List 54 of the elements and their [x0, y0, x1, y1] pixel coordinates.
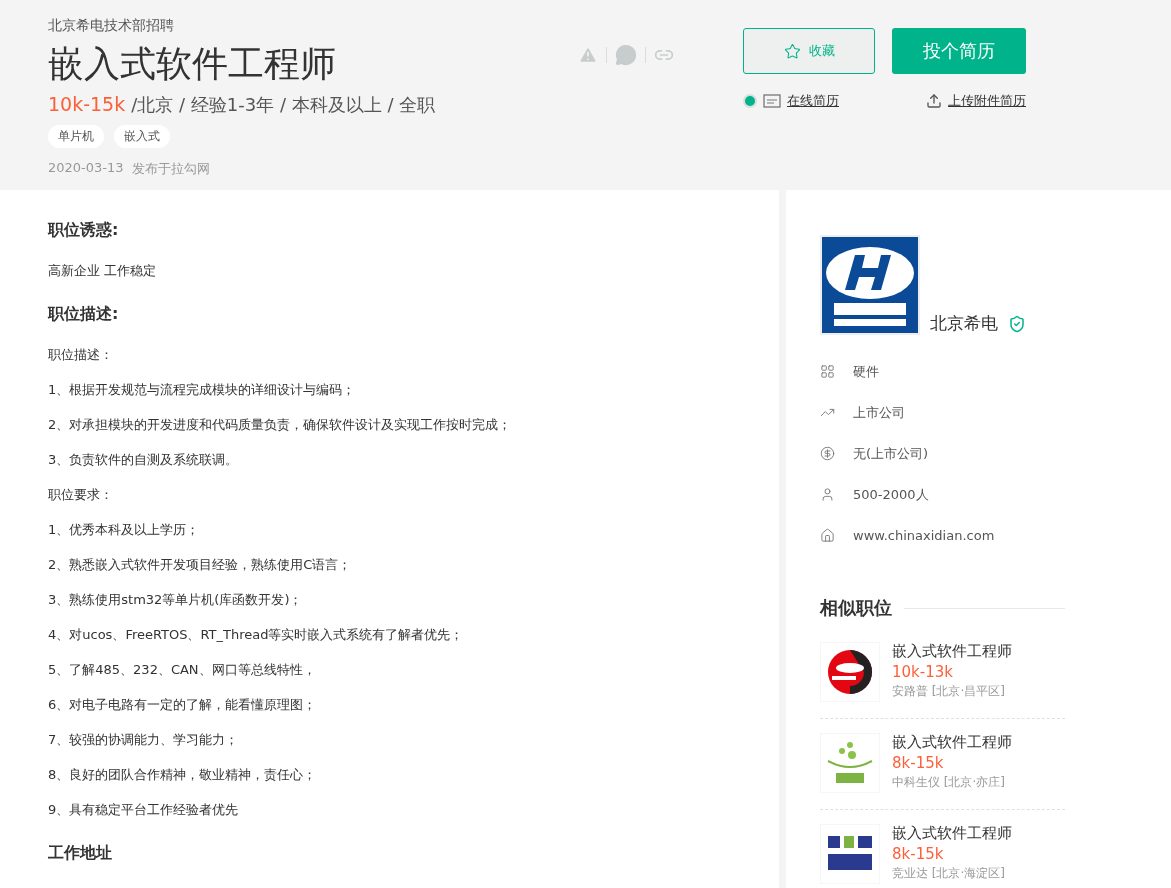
- resume-icon: [763, 94, 781, 108]
- description-line: 3、熟练使用stm32等单片机(库函数开发)；: [48, 591, 304, 609]
- similar-job-title[interactable]: 嵌入式软件工程师: [892, 824, 1012, 843]
- skill-tag: 单片机: [48, 125, 104, 148]
- description-line: 1、优秀本科及以上学历；: [48, 521, 201, 539]
- chat-bubble-icon[interactable]: [615, 44, 637, 66]
- description-line: 6、对电子电路有一定的了解，能看懂原理图；: [48, 696, 318, 714]
- company-fact: 500-2000人: [853, 485, 929, 504]
- description-line: 5、了解485、232、CAN、网口等总线特性，: [48, 661, 317, 679]
- similar-job-company: 竞业达 [北京·海淀区]: [892, 865, 1006, 882]
- dollar-icon: [820, 446, 835, 461]
- publish-source: 发布于拉勾网: [131, 160, 210, 178]
- job-requirements: /北京 / 经验1-3年 / 本科及以上 / 全职: [131, 93, 436, 117]
- home-icon: [820, 528, 835, 543]
- similar-job-company: 安路普 [北京·昌平区]: [892, 683, 1006, 700]
- description-line: 3、负责软件的自测及系统联调。: [48, 451, 240, 469]
- similar-job-company: 中科生仪 [北京·亦庄]: [892, 774, 1006, 791]
- section-heading: 职位诱惑:: [48, 220, 120, 241]
- description-line: 4、对ucos、FreeRTOS、RT_Thread等实时嵌入式系统有了解者优先；: [48, 626, 465, 644]
- description-line: 9、具有稳定平台工作经验者优先: [48, 801, 240, 819]
- online-resume-link[interactable]: 在线简历: [787, 92, 839, 110]
- similar-job-salary: 8k-15k: [892, 754, 945, 772]
- star-icon: [783, 42, 801, 60]
- section-heading: 职位描述:: [48, 304, 120, 325]
- skill-tag: 嵌入式: [114, 125, 170, 148]
- salary: 10k-15k: [48, 93, 126, 115]
- section-heading: 工作地址: [48, 843, 113, 864]
- similar-job-salary: 10k-13k: [892, 663, 954, 681]
- company-fact: 上市公司: [853, 403, 905, 422]
- upload-icon: [926, 93, 942, 109]
- warning-icon[interactable]: [578, 45, 598, 65]
- description-line: 2、对承担模块的开发进度和代码质量负责，确保软件设计及实现工作按时完成；: [48, 416, 513, 434]
- similar-job-title[interactable]: 嵌入式软件工程师: [892, 733, 1012, 752]
- description-line: 7、较强的协调能力、学习能力；: [48, 731, 240, 749]
- grid-icon: [820, 364, 835, 379]
- publish-date: 2020-03-13: [48, 160, 124, 177]
- similar-job-title[interactable]: 嵌入式软件工程师: [892, 642, 1012, 661]
- similar-jobs-heading: 相似职位: [820, 596, 892, 620]
- upload-resume-link[interactable]: 上传附件简历: [948, 92, 1026, 110]
- description-line: 高新企业 工作稳定: [48, 262, 158, 280]
- person-icon: [820, 487, 835, 502]
- description-line: 职位要求：: [48, 486, 114, 504]
- radio-button[interactable]: [743, 94, 757, 108]
- description-line: 1、根据开发规范与流程完成模块的详细设计与编码；: [48, 381, 357, 399]
- company-fact: 无(上市公司): [853, 444, 929, 463]
- company-name[interactable]: 北京希电: [930, 312, 998, 335]
- description-line: 8、良好的团队合作精神，敬业精神，责任心；: [48, 766, 318, 784]
- description-line: 2、熟悉嵌入式软件开发项目经验，熟练使用C语言；: [48, 556, 353, 574]
- department-label: 北京希电技术部招聘: [48, 17, 175, 35]
- similar-job-salary: 8k-15k: [892, 845, 945, 863]
- job-title: 嵌入式软件工程师: [48, 43, 337, 85]
- description-line: 职位描述：: [48, 346, 114, 364]
- company-fact: 硬件: [853, 362, 879, 381]
- company-fact: www.chinaxidian.com: [853, 528, 995, 543]
